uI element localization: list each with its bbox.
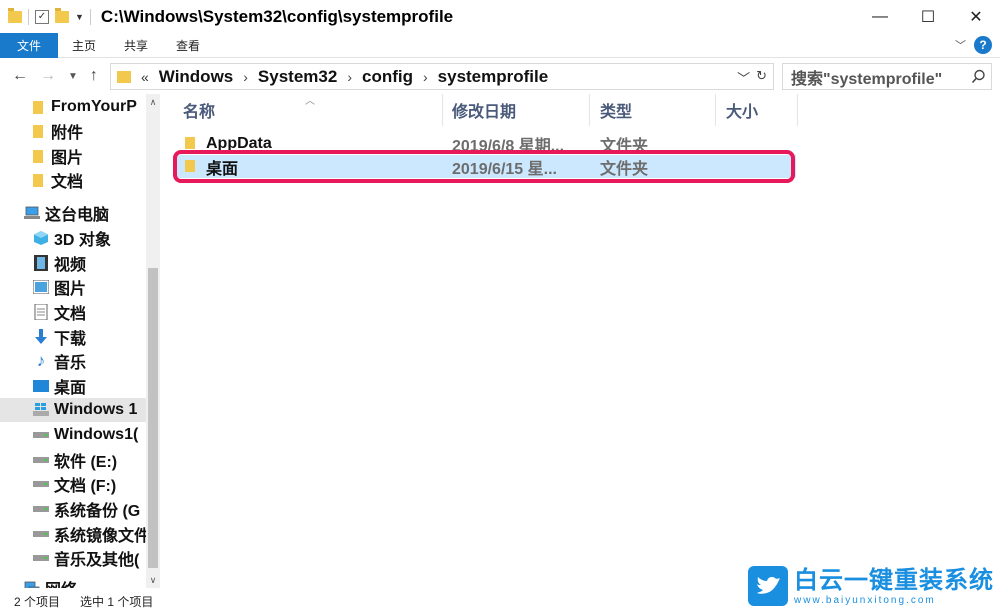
- overflow-icon[interactable]: «: [141, 69, 149, 85]
- sidebar-item-videos[interactable]: 视频: [0, 251, 146, 275]
- folder-icon: [30, 123, 46, 139]
- sidebar-item-desktop[interactable]: 桌面: [0, 374, 146, 398]
- watermark-brand: 白云一键重装系统: [794, 566, 994, 594]
- network-icon: [24, 580, 40, 588]
- folder-icon: [8, 7, 22, 23]
- column-headers: ︿ 名称 修改日期 类型 大小: [160, 94, 1000, 126]
- tab-view[interactable]: 查看: [162, 33, 214, 58]
- maximize-button[interactable]: ☐: [904, 0, 952, 33]
- computer-icon: [24, 205, 40, 221]
- sidebar-item-windows10-drive[interactable]: Windows1(: [0, 423, 146, 447]
- drive-icon: [33, 501, 49, 517]
- folder-icon: [30, 99, 46, 115]
- sidebar-item-music-drive[interactable]: 音乐及其他(: [0, 546, 146, 570]
- back-icon[interactable]: ←: [12, 67, 28, 85]
- sidebar-item-image-drive[interactable]: 系统镜像文件: [0, 522, 146, 546]
- divider: [89, 8, 91, 25]
- sidebar-item-network[interactable]: 网络: [0, 576, 146, 588]
- documents-icon: [33, 304, 49, 320]
- properties-icon[interactable]: ✓: [35, 9, 49, 24]
- folder-icon: [30, 148, 46, 164]
- music-icon: ♪: [36, 351, 46, 370]
- drive-icon: [33, 476, 49, 492]
- scroll-up-icon[interactable]: ∧: [146, 94, 159, 110]
- sidebar-item-pictures[interactable]: 图片: [0, 275, 146, 299]
- close-button[interactable]: ✕: [952, 0, 1000, 33]
- drive-icon: [33, 526, 49, 542]
- sidebar-item-attachments[interactable]: 附件: [0, 119, 146, 143]
- sidebar-item-fromyourp[interactable]: FromYourP: [0, 95, 146, 119]
- sidebar-item-windows-drive[interactable]: Windows 1: [0, 398, 146, 422]
- video-icon: [33, 255, 49, 271]
- watermark: 白云一键重装系统 www.baiyunxitong.com: [748, 566, 994, 606]
- forward-icon[interactable]: →: [40, 67, 56, 85]
- folder-icon: [30, 172, 46, 188]
- pictures-icon: [33, 279, 49, 295]
- drive-icon: [33, 550, 49, 566]
- navigation-pane[interactable]: FromYourP 附件 图片 文档 这台电脑 3D 对象 视频 图片 文档 下…: [0, 94, 160, 588]
- divider: [28, 8, 29, 25]
- up-icon[interactable]: ↑: [90, 67, 98, 85]
- chevron-right-icon[interactable]: ›: [347, 69, 352, 85]
- breadcrumb-config[interactable]: config: [362, 67, 413, 87]
- breadcrumb-system32[interactable]: System32: [258, 67, 337, 87]
- item-count: 2 个项目: [14, 594, 61, 609]
- search-placeholder: 搜索"systemprofile": [791, 70, 943, 88]
- window-title: C:\Windows\System32\config\systemprofile: [100, 6, 454, 26]
- highlight-annotation: [173, 150, 795, 183]
- new-folder-icon[interactable]: [55, 7, 69, 23]
- search-input[interactable]: 搜索"systemprofile": [782, 63, 992, 90]
- bird-logo-icon: [748, 566, 788, 606]
- desktop-icon: [33, 378, 49, 394]
- sidebar-scrollbar[interactable]: ∧ ∨: [146, 94, 159, 588]
- minimize-button[interactable]: —: [856, 0, 904, 33]
- sidebar-item-this-pc[interactable]: 这台电脑: [0, 201, 146, 225]
- column-header-name[interactable]: 名称: [173, 94, 443, 126]
- help-icon[interactable]: ?: [974, 36, 992, 54]
- drive-icon: [33, 452, 49, 468]
- title-bar: ✓ ▼ C:\Windows\System32\config\systempro…: [0, 0, 1000, 33]
- cube-icon: [33, 230, 49, 246]
- address-row: ← → ▼ ↑ « Windows › System32 › config › …: [0, 58, 1000, 94]
- drive-icon: [33, 427, 49, 443]
- expand-ribbon-icon[interactable]: ﹀: [955, 37, 966, 53]
- windows-drive-icon: [33, 402, 49, 418]
- quick-access-toolbar: ✓ ▼: [0, 7, 91, 25]
- customize-toolbar-icon[interactable]: ▼: [75, 12, 84, 22]
- folder-icon: [185, 137, 195, 149]
- tab-file[interactable]: 文件: [0, 32, 58, 58]
- download-icon: [33, 329, 49, 345]
- scroll-down-icon[interactable]: ∨: [146, 572, 159, 588]
- sidebar-item-music[interactable]: ♪ 音乐: [0, 349, 146, 373]
- selected-count: 选中 1 个项目: [80, 594, 154, 609]
- chevron-right-icon[interactable]: ›: [243, 69, 248, 85]
- column-header-size[interactable]: 大小: [716, 94, 798, 126]
- watermark-url: www.baiyunxitong.com: [794, 594, 936, 606]
- chevron-right-icon[interactable]: ›: [423, 69, 428, 85]
- ribbon-tabs: 文件 主页 共享 查看 ﹀ ?: [0, 32, 1000, 58]
- sidebar-item-documents[interactable]: 文档: [0, 300, 146, 324]
- chevron-down-icon[interactable]: ﹀: [737, 68, 750, 87]
- breadcrumb-windows[interactable]: Windows: [159, 67, 233, 87]
- sidebar-item-downloads[interactable]: 下载: [0, 325, 146, 349]
- search-icon[interactable]: [965, 65, 991, 89]
- sidebar-item-pictures-quick[interactable]: 图片: [0, 144, 146, 168]
- sidebar-item-documents-drive[interactable]: 文档 (F:): [0, 472, 146, 496]
- tab-home[interactable]: 主页: [58, 33, 110, 58]
- sidebar-item-backup-drive[interactable]: 系统备份 (G: [0, 497, 146, 521]
- scrollbar-thumb[interactable]: [148, 268, 158, 568]
- recent-locations-icon[interactable]: ▼: [68, 71, 78, 82]
- breadcrumb-systemprofile[interactable]: systemprofile: [438, 67, 549, 87]
- address-bar[interactable]: « Windows › System32 › config › systempr…: [110, 63, 774, 90]
- column-header-type[interactable]: 类型: [590, 94, 716, 126]
- sidebar-item-software-drive[interactable]: 软件 (E:): [0, 448, 146, 472]
- folder-icon: [117, 70, 131, 83]
- sidebar-item-3d-objects[interactable]: 3D 对象: [0, 226, 146, 250]
- column-header-date[interactable]: 修改日期: [442, 94, 590, 126]
- tab-share[interactable]: 共享: [110, 33, 162, 58]
- sidebar-item-documents-quick[interactable]: 文档: [0, 168, 146, 192]
- refresh-icon[interactable]: ↻: [756, 68, 767, 87]
